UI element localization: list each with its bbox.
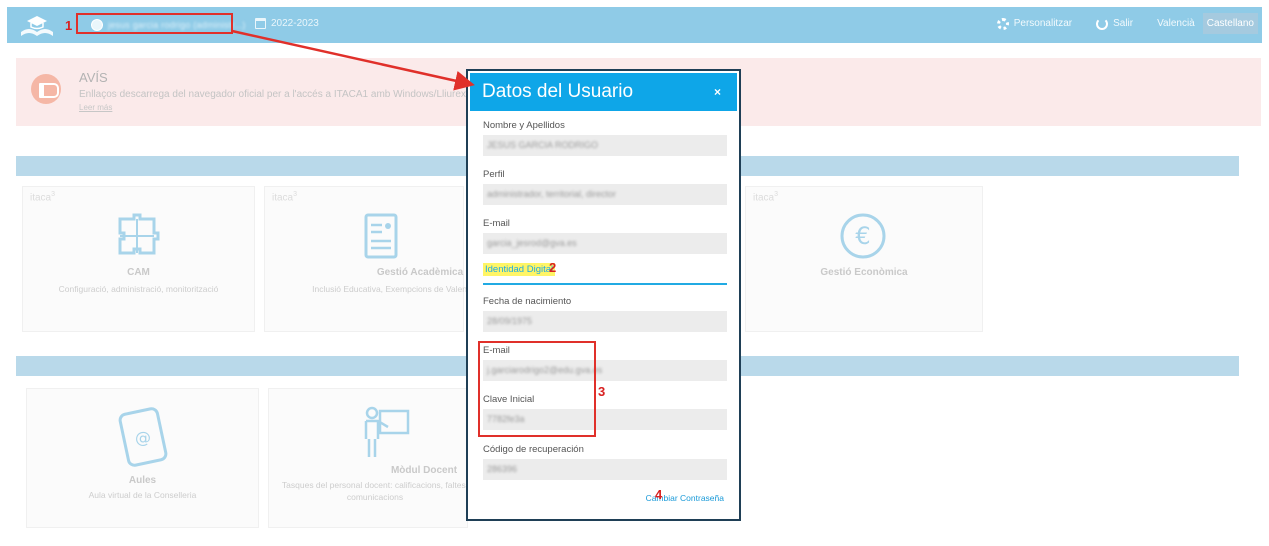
annotation-number-4: 4 <box>655 487 663 502</box>
svg-text:€: € <box>855 222 870 250</box>
lang-castellano-link[interactable]: Castellano <box>1202 13 1258 34</box>
tile-cam-name: CAM <box>127 267 150 278</box>
megaphone-icon <box>31 74 61 104</box>
section-divider <box>483 283 727 285</box>
annotation-number-2: 2 <box>549 260 557 275</box>
gear-icon <box>996 17 1009 30</box>
annotation-box-credentials <box>478 341 596 437</box>
tile-cam-desc: Configuració, administració, monitoritza… <box>58 284 219 294</box>
birthdate-field: 28/09/1975 <box>483 311 727 332</box>
digital-identity-heading: Identidad Digital <box>483 263 556 276</box>
logout-button[interactable]: Salir <box>1096 17 1134 30</box>
language-switch: Valencià Castellano <box>1157 13 1258 34</box>
tile-brand: itaca3 <box>272 191 298 204</box>
tile-gestio-academica-desc: Inclusió Educativa, Exempcions de Valenc… <box>312 284 478 294</box>
notice-title: AVÍS <box>79 70 108 85</box>
personalize-label: Personalitzar <box>1013 18 1073 29</box>
name-label: Nombre y Apellidos <box>483 120 565 131</box>
profile-field: administrador, territorial, director <box>483 184 727 205</box>
notice-read-more-link[interactable]: Leer más <box>79 103 112 112</box>
modal-title: Datos del Usuario <box>482 81 634 102</box>
personalize-button[interactable]: Personalitzar <box>996 17 1073 30</box>
recovery-code-field: 286396 <box>483 459 727 480</box>
tile-gestio-economica-name: Gestió Econòmica <box>820 267 908 278</box>
document-icon <box>364 213 398 259</box>
modal-header: Datos del Usuario × <box>470 73 737 111</box>
email-label: E-mail <box>483 218 510 229</box>
logout-label: Salir <box>1113 18 1134 29</box>
user-data-modal: Datos del Usuario × Nombre y Apellidos J… <box>466 69 741 521</box>
tile-brand: itaca3 <box>753 191 779 204</box>
tile-gestio-academica[interactable]: itaca3 Gestió Acadèmica Inclusió Educati… <box>264 186 478 332</box>
birthdate-label: Fecha de nacimiento <box>483 296 572 307</box>
profile-label: Perfil <box>483 169 505 180</box>
name-field: JESUS GARCIA RODRIGO <box>483 135 727 156</box>
calendar-icon <box>255 18 266 29</box>
email-field: garcia_jesrod@gva.es <box>483 233 727 254</box>
lang-valencia-link[interactable]: Valencià <box>1157 18 1195 29</box>
school-year-label: 2022-2023 <box>271 18 319 29</box>
power-icon <box>1096 17 1109 30</box>
svg-text:@: @ <box>135 428 151 447</box>
recovery-code-label: Código de recuperación <box>483 444 584 455</box>
tile-aules-name: Aules <box>128 475 157 486</box>
tile-cam[interactable]: itaca3 CAM Configuració, administració, … <box>22 186 255 332</box>
teacher-icon <box>364 406 410 457</box>
annotation-number-1: 1 <box>65 18 73 33</box>
tile-aules-desc: Aula virtual de la Conselleria <box>88 490 197 500</box>
tile-modul-docent-desc: Tasques del personal docent: calificacio… <box>281 480 469 502</box>
tile-gestio-economica[interactable]: itaca3 € Gestió Econòmica <box>745 186 983 332</box>
puzzle-icon <box>118 213 159 255</box>
tile-modul-docent[interactable]: Mòdul Docent Tasques del personal docent… <box>268 388 468 528</box>
itaca-logo-icon[interactable] <box>19 12 55 38</box>
school-year[interactable]: 2022-2023 <box>255 18 319 29</box>
top-right-nav: Personalitzar Salir Valencià Castellano <box>996 13 1258 34</box>
close-icon[interactable]: × <box>714 85 721 99</box>
tile-aules[interactable]: @ Aules Aula virtual de la Conselleria <box>26 388 259 528</box>
tablet-icon: @ <box>118 407 167 467</box>
euro-icon: € <box>840 213 886 259</box>
tile-brand: itaca3 <box>30 191 56 204</box>
annotation-box-user <box>76 13 233 34</box>
annotation-number-3: 3 <box>598 384 606 399</box>
notice-text: Enllaços descarrega del navegador oficia… <box>79 89 488 100</box>
